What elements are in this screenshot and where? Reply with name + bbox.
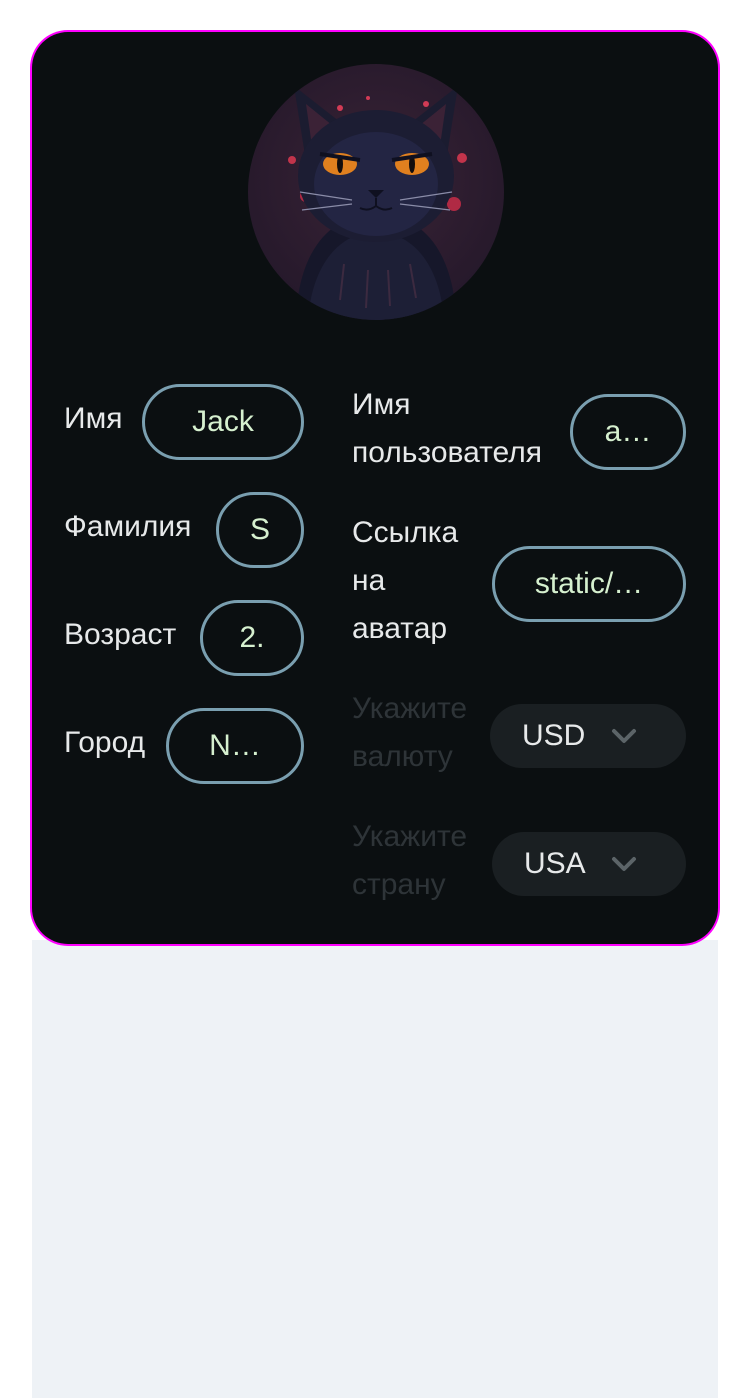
country-select-value: USA: [524, 847, 586, 880]
city-label: Город: [64, 726, 146, 759]
currency-select-value: USD: [522, 719, 586, 752]
age-field[interactable]: 2.: [200, 600, 304, 676]
first-name-field[interactable]: Jack: [142, 384, 304, 460]
last-name-label: Фамилия: [64, 510, 192, 543]
profile-page: Имя Jack Фамилия S Возраст 2. Город N… И…: [0, 0, 750, 1398]
cat-avatar-image: [248, 64, 504, 320]
chevron-down-icon: [612, 857, 636, 871]
background-panel: [32, 940, 718, 1398]
avatar-link-field[interactable]: static/…: [492, 546, 686, 622]
currency-label: Укажите валюту: [352, 692, 468, 773]
username-label: Имя пользователя: [352, 388, 542, 469]
username-field[interactable]: a…: [570, 394, 686, 470]
city-field[interactable]: N…: [166, 708, 304, 784]
last-name-field[interactable]: S: [216, 492, 304, 568]
currency-select[interactable]: USD: [490, 704, 686, 768]
country-select[interactable]: USA: [492, 832, 686, 896]
first-name-label: Имя: [64, 402, 123, 435]
chevron-down-icon: [612, 729, 636, 743]
profile-card: Имя Jack Фамилия S Возраст 2. Город N… И…: [32, 32, 718, 944]
avatar: [248, 64, 504, 320]
age-label: Возраст: [64, 618, 177, 651]
avatar-link-label: Ссылка на аватар: [352, 516, 459, 645]
country-label: Укажите страну: [352, 820, 468, 901]
